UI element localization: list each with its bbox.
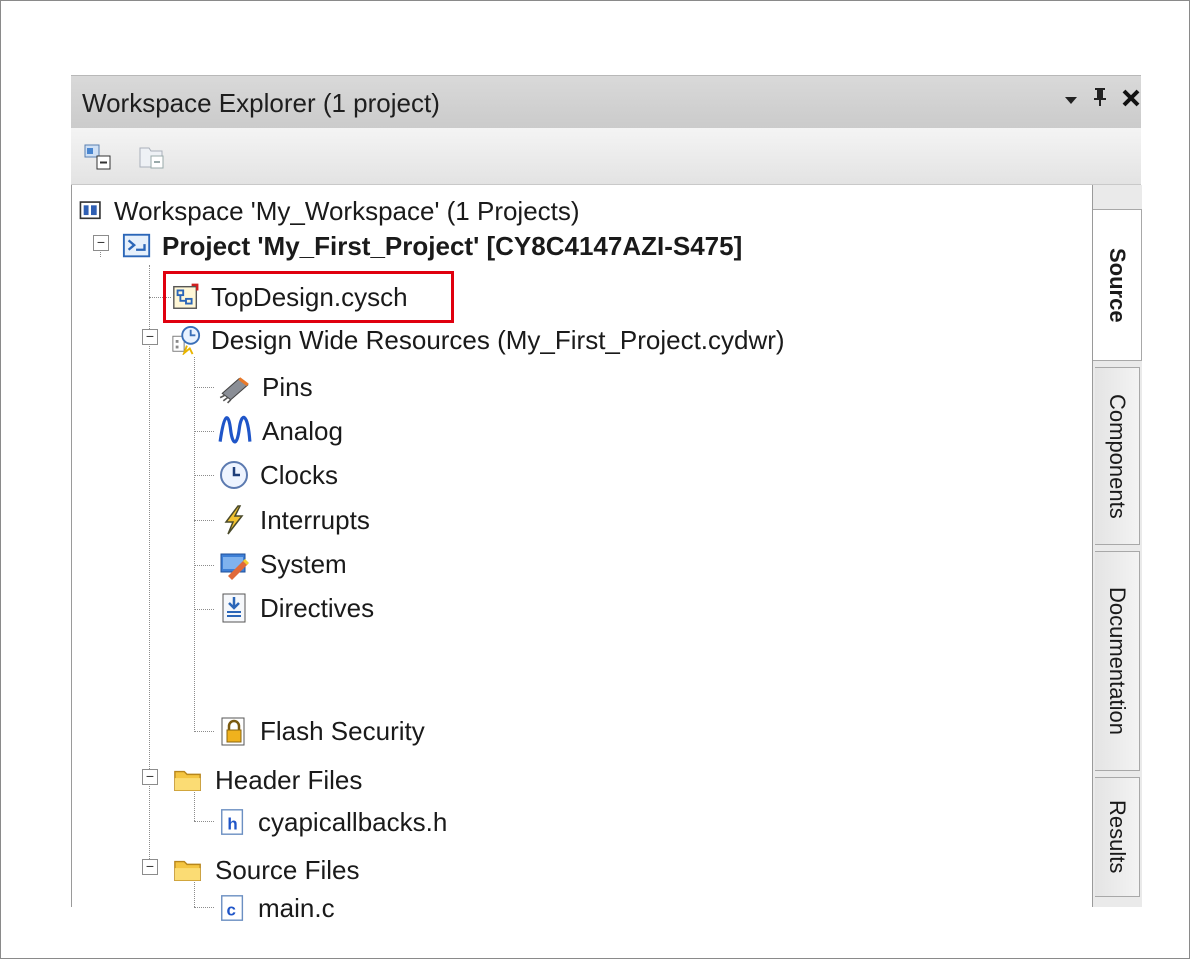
tree-item-source-files[interactable]: Source Files [171,850,360,890]
tree-item-main-c[interactable]: c main.c [218,888,335,928]
project-icon [122,233,151,258]
tree-connector [194,475,214,476]
title-buttons [1063,86,1141,116]
dwr-label: Design Wide Resources (My_First_Project.… [211,324,785,355]
pins-icon [219,377,249,404]
tree-connector [194,387,214,388]
dropdown-icon[interactable] [1063,86,1079,116]
tree-item-interrupts[interactable]: Interrupts [218,500,370,540]
tree-item-flash-security[interactable]: Flash Security [218,711,425,751]
pin-icon[interactable] [1091,86,1109,116]
system-label: System [260,548,347,579]
analog-wave-icon [218,416,252,444]
tree-connector [194,431,214,432]
tree-item-analog[interactable]: Analog [218,411,343,451]
tab-documentation-label: Documentation [1105,587,1130,735]
tree-connector [194,565,214,566]
tab-source-label: Source [1105,247,1130,323]
clock-icon [220,461,248,489]
lightning-icon [224,505,244,535]
workspace-explorer-panel: Workspace Explorer (1 project) Workspace… [71,75,1142,923]
tab-results[interactable]: Results [1095,777,1140,897]
project-tree: Workspace 'My_Workspace' (1 Projects) − … [71,185,1092,923]
tree-item-directives[interactable]: Directives [218,588,374,628]
folder-icon [174,770,201,792]
highlight-box [163,271,454,323]
screenshot-frame: Workspace Explorer (1 project) Workspace… [0,0,1190,959]
tree-connector [194,731,214,732]
tab-documentation[interactable]: Documentation [1095,551,1140,771]
pins-label: Pins [262,371,313,402]
tree-item-header-files[interactable]: Header Files [171,760,362,800]
tree-connector [194,609,214,610]
system-icon [220,553,250,580]
directives-icon [222,593,246,623]
collapse-all-icon[interactable] [83,142,113,172]
tree-item-project[interactable]: Project 'My_First_Project' [CY8C4147AZI-… [122,226,742,266]
tree-item-dwr[interactable]: Design Wide Resources (My_First_Project.… [171,320,785,360]
folder-icon [174,860,201,882]
header-files-label: Header Files [215,764,363,795]
tree-connector [194,821,214,822]
project-label: Project 'My_First_Project' [CY8C4147AZI-… [162,230,743,261]
show-all-files-icon[interactable] [137,142,167,172]
close-icon[interactable] [1121,86,1141,116]
tree-connector [194,907,214,908]
panel-title: Workspace Explorer (1 project) [82,88,440,118]
flash-security-label: Flash Security [260,715,425,746]
tree-connector [194,357,195,732]
svg-text:c: c [226,901,235,920]
source-files-label: Source Files [215,854,360,885]
c-file-icon: c [221,895,244,921]
dwr-expander[interactable]: − [142,329,158,345]
side-tab-strip: Source Components Documentation Results [1092,185,1142,907]
tab-results-label: Results [1105,800,1130,874]
tree-item-system[interactable]: System [218,544,347,584]
design-wide-resources-icon [172,325,201,355]
svg-text:h: h [227,815,237,834]
project-expander[interactable]: − [93,235,109,251]
header-files-expander[interactable]: − [142,769,158,785]
clocks-label: Clocks [260,459,339,490]
header-file-label: cyapicallbacks.h [258,806,448,837]
interrupts-label: Interrupts [260,504,370,535]
panel-titlebar: Workspace Explorer (1 project) [71,75,1141,128]
source-files-expander[interactable]: − [142,859,158,875]
header-file-icon: h [221,809,244,835]
tab-components-label: Components [1105,393,1130,519]
tree-item-pins[interactable]: Pins [218,367,313,407]
lock-icon [221,717,245,746]
workspace-label: Workspace 'My_Workspace' (1 Projects) [114,195,580,226]
tree-item-workspace[interactable]: Workspace 'My_Workspace' (1 Projects) [78,191,580,231]
tree-connector [194,520,214,521]
tree-item-header-file[interactable]: h cyapicallbacks.h [218,802,447,842]
main-c-label: main.c [258,892,335,923]
directives-label: Directives [260,592,375,623]
workspace-icon [79,201,101,220]
panel-toolbar [71,128,1141,185]
tab-source[interactable]: Source [1093,209,1142,361]
tree-item-clocks[interactable]: Clocks [218,455,338,495]
analog-label: Analog [262,415,343,446]
tab-components[interactable]: Components [1095,367,1140,545]
